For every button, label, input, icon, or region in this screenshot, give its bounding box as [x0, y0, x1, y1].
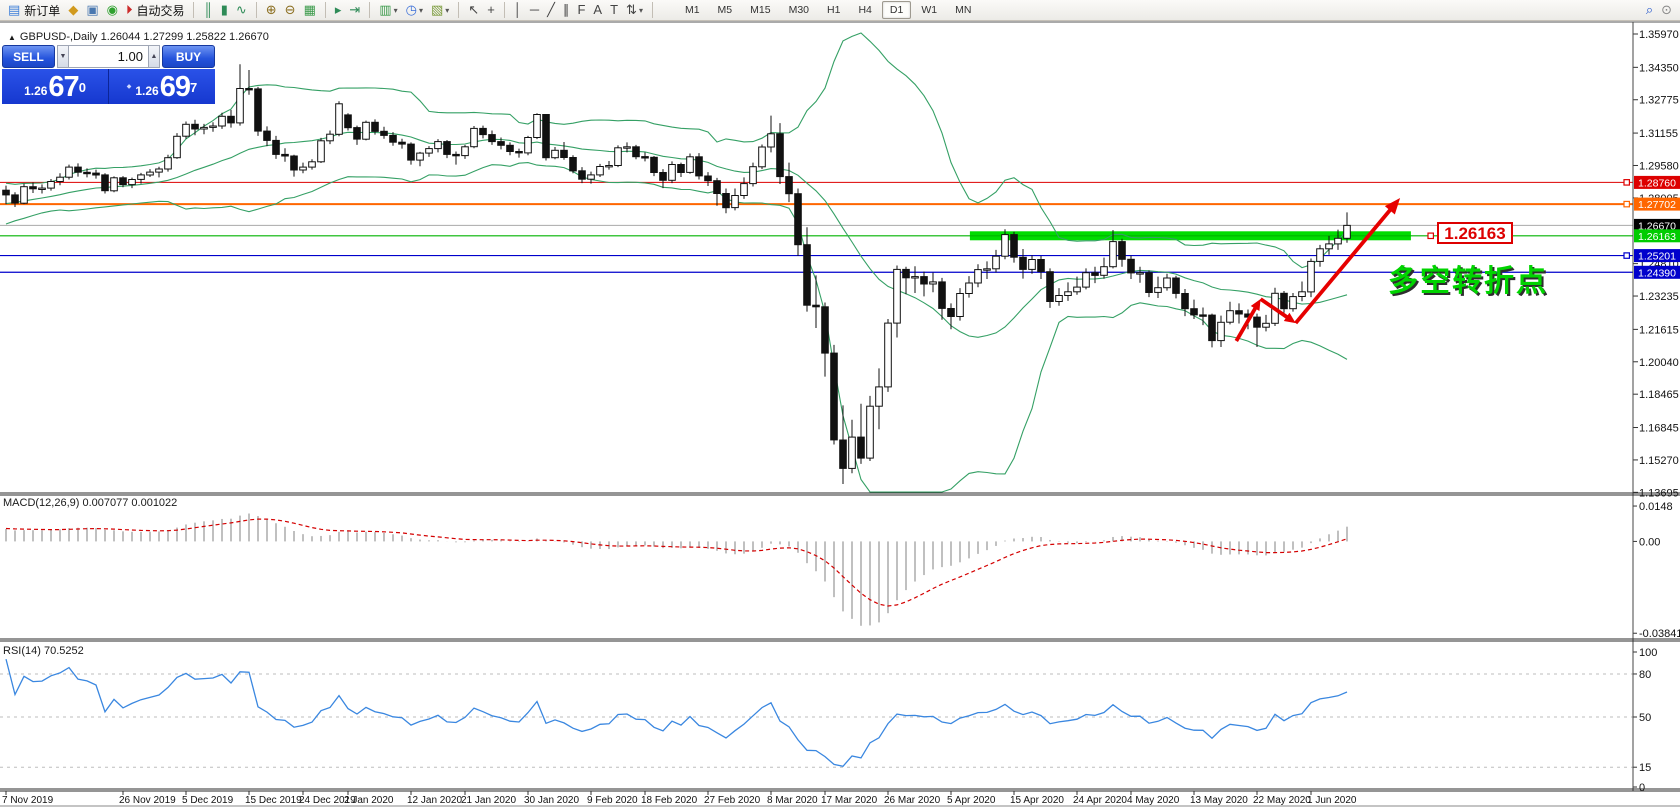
svg-text:1.23235: 1.23235 — [1639, 291, 1679, 303]
svg-text:1.34350: 1.34350 — [1639, 62, 1679, 74]
svg-text:1.15270: 1.15270 — [1639, 455, 1679, 467]
buy-price-big: 69 — [159, 70, 191, 103]
one-click-trading-panel: SELL ▼ ▲ BUY 1.26670 ◆ 1.26697 — [2, 45, 215, 104]
svg-text:13 May 2020: 13 May 2020 — [1190, 795, 1248, 806]
svg-text:80: 80 — [1639, 669, 1651, 681]
svg-text:1.25201: 1.25201 — [1638, 251, 1676, 263]
svg-text:1.31155: 1.31155 — [1639, 128, 1678, 140]
svg-text:1.28760: 1.28760 — [1638, 177, 1676, 189]
buy-price-main: 1.26 — [135, 83, 159, 98]
svg-text:24 Apr 2020: 24 Apr 2020 — [1073, 795, 1127, 806]
price-display: 1.26 67 0 ◆ 1.26 69 7 — [2, 69, 215, 104]
svg-text:15: 15 — [1639, 762, 1651, 774]
svg-text:12 Jan 2020: 12 Jan 2020 — [407, 795, 462, 806]
svg-text:26 Mar 2020: 26 Mar 2020 — [884, 795, 941, 806]
volume-increase-button[interactable]: ▲ — [147, 45, 160, 68]
spread-marker-icon: ◆ — [126, 84, 132, 90]
svg-text:0.00: 0.00 — [1639, 536, 1660, 548]
svg-text:1.29580: 1.29580 — [1639, 160, 1679, 172]
svg-text:1.18465: 1.18465 — [1639, 389, 1679, 401]
svg-text:1.32775: 1.32775 — [1639, 95, 1679, 107]
sell-price[interactable]: 1.26 67 0 — [2, 69, 108, 104]
sell-price-main: 1.26 — [24, 83, 48, 98]
chart-window-title: ▲ GBPUSD-,Daily 1.26044 1.27299 1.25822 1… — [8, 31, 269, 43]
chart-ohlc-text: GBPUSD-,Daily 1.26044 1.27299 1.25822 1.… — [19, 31, 269, 43]
svg-text:50: 50 — [1639, 712, 1651, 724]
price-annotation-label[interactable]: 1.26163 — [1437, 222, 1513, 244]
svg-text:15 Dec 2019: 15 Dec 2019 — [245, 795, 302, 806]
sell-price-sup: 0 — [78, 80, 86, 95]
svg-text:15 Apr 2020: 15 Apr 2020 — [1010, 795, 1064, 806]
svg-text:1.16845: 1.16845 — [1639, 423, 1679, 435]
volume-input[interactable] — [69, 45, 148, 68]
svg-text:100: 100 — [1639, 647, 1657, 659]
sell-button[interactable]: SELL — [2, 45, 55, 68]
volume-spinner: ▼ ▲ — [57, 45, 160, 68]
volume-decrease-button[interactable]: ▼ — [57, 45, 70, 68]
svg-text:9 Feb 2020: 9 Feb 2020 — [587, 795, 638, 806]
svg-text:1.26163: 1.26163 — [1638, 231, 1676, 243]
svg-text:1 Jun 2020: 1 Jun 2020 — [1307, 795, 1357, 806]
svg-text:4 May 2020: 4 May 2020 — [1127, 795, 1180, 806]
sell-price-big: 67 — [48, 70, 79, 103]
svg-text:1.20040: 1.20040 — [1639, 357, 1679, 369]
svg-text:27 Feb 2020: 27 Feb 2020 — [704, 795, 761, 806]
svg-text:26 Nov 2019: 26 Nov 2019 — [119, 795, 176, 806]
svg-text:30 Jan 2020: 30 Jan 2020 — [524, 795, 579, 806]
chart-canvas[interactable]: 0.0148 0.00 -0.038415 100 80 50 15 0 1.35970 1.34… — [0, 0, 1680, 807]
svg-text:22 May 2020: 22 May 2020 — [1253, 795, 1311, 806]
svg-text:21 Jan 2020: 21 Jan 2020 — [461, 795, 516, 806]
rsi-label: RSI(14) 70.5252 — [3, 645, 84, 657]
buy-price[interactable]: ◆ 1.26 69 7 — [108, 69, 215, 104]
svg-text:8 Mar 2020: 8 Mar 2020 — [767, 795, 818, 806]
mt4-application-window: ▤ 新订单 ◆ ▣ ◉ ⏵ 自动交易 ║ ▮ ∿ ⊕ ⊖ ▦ ▸ ⇥ ▥ ▾ ◷ ▾ ▧ ▾ ↖ + │ ─ ╱ ∥ F A T ⇅ ▾ M1… — [0, 0, 1680, 807]
svg-text:1.27702: 1.27702 — [1638, 199, 1676, 211]
chart-annotation-text[interactable]: 多空转折点 — [1388, 256, 1548, 300]
svg-text:-0.038415: -0.038415 — [1639, 628, 1680, 640]
svg-text:5 Apr 2020: 5 Apr 2020 — [947, 795, 996, 806]
svg-text:5 Dec 2019: 5 Dec 2019 — [182, 795, 234, 806]
svg-text:2 Jan 2020: 2 Jan 2020 — [344, 795, 394, 806]
svg-text:1.35970: 1.35970 — [1639, 29, 1679, 41]
svg-text:0.0148: 0.0148 — [1639, 501, 1673, 513]
chart-window-icon: ▲ — [8, 33, 16, 42]
svg-text:17 Mar 2020: 17 Mar 2020 — [821, 795, 878, 806]
svg-text:1.24390: 1.24390 — [1638, 267, 1676, 279]
svg-text:0: 0 — [1639, 782, 1645, 794]
svg-text:18 Feb 2020: 18 Feb 2020 — [641, 795, 698, 806]
buy-button[interactable]: BUY — [162, 45, 215, 68]
svg-text:7 Nov 2019: 7 Nov 2019 — [2, 795, 54, 806]
buy-price-sup: 7 — [190, 80, 198, 95]
svg-text:1.21615: 1.21615 — [1639, 324, 1679, 336]
macd-label: MACD(12,26,9) 0.007077 0.001022 — [3, 497, 178, 509]
